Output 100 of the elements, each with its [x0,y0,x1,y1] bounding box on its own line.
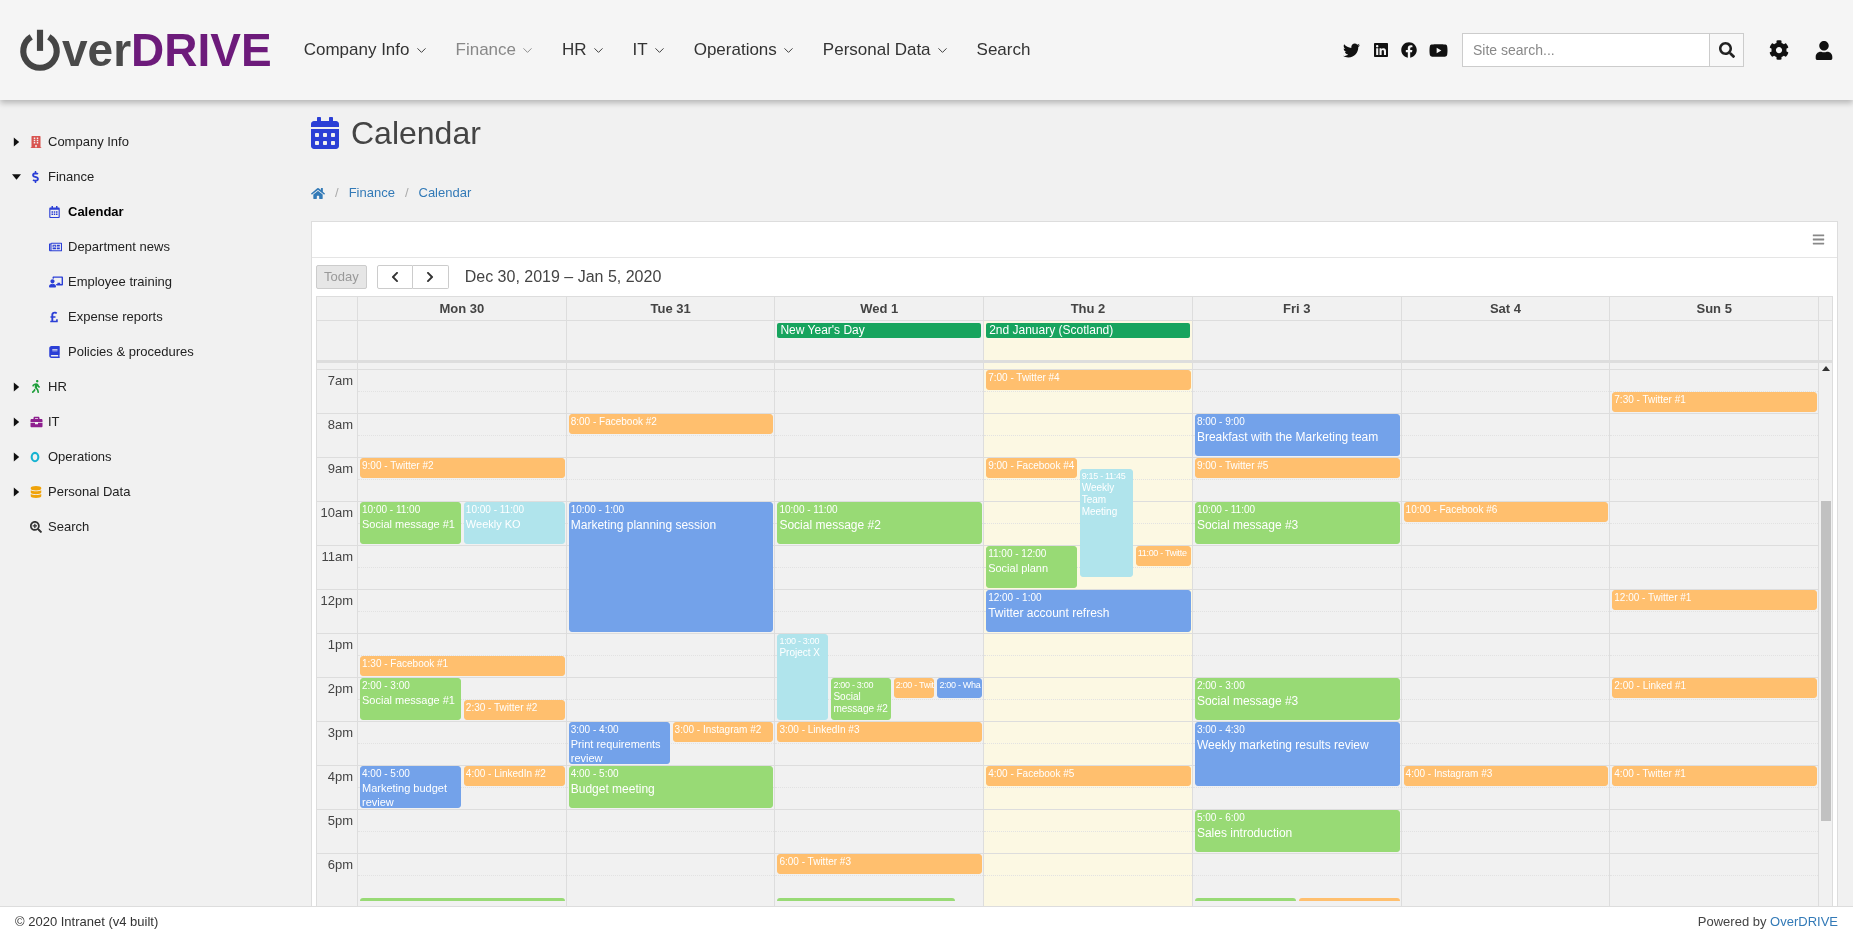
sidebar-item[interactable]: Operations [48,446,112,467]
event-title: Twitter account refresh [988,605,1110,621]
event-block[interactable]: 10:00 - 11:00 Social message #3 [1194,502,1400,544]
twitter-icon[interactable] [1343,41,1360,59]
caret-icon[interactable] [12,171,21,182]
holiday-event[interactable]: New Year's Day [777,323,982,338]
nav-link[interactable]: Operations [693,37,796,63]
event-title: Sales introduction [1196,825,1293,841]
facebook-icon[interactable] [1401,42,1417,58]
event-block[interactable]: 8:00 - Facebook #2 [568,414,774,434]
event-block[interactable]: 9:00 - Facebook #4 [986,458,1077,478]
event-block[interactable]: 2:00 - Twit [893,678,935,698]
event-block[interactable]: 3:00 - 4:30 Weekly marketing results review [1194,722,1400,786]
event-block[interactable]: 7:00 - Twitter #4 [986,370,1191,390]
hour-label: 11am [321,548,353,566]
event-block[interactable]: 10:00 - Facebook #6 [1403,502,1609,522]
menu-icon[interactable] [1812,233,1825,246]
logo[interactable]: verDRIVE [18,25,272,75]
sidebar-item[interactable]: Calendar [68,201,124,222]
nav-link[interactable]: Search [976,37,1031,63]
event-title: Weekly marketing results review [1196,737,1369,753]
breadcrumb-link[interactable]: Calendar [418,183,472,203]
event-block[interactable]: 9:15 - 11:45 Weekly Team Meeting [1079,469,1133,577]
caret-icon[interactable] [12,486,21,497]
event-title: Social message #3 [1196,517,1299,533]
event-title: Weekly KO [465,517,521,531]
event-time: 12:00 - 1:00 [988,591,1042,605]
home-icon[interactable] [311,186,325,200]
prev-button[interactable] [376,265,413,289]
search-button[interactable] [1710,33,1744,67]
event-time: 8:00 - 9:00 [1196,415,1245,429]
sidebar-item[interactable]: Personal Data [48,481,131,502]
caret-icon[interactable] [12,416,21,427]
next-button[interactable] [412,265,449,289]
breadcrumb-link[interactable]: Finance [348,183,395,203]
sidebar-item[interactable]: Policies & procedures [68,341,194,362]
caret-icon[interactable] [12,381,21,392]
event-block[interactable]: 9:00 - Twitter #5 [1194,458,1400,478]
event-block[interactable]: 4:00 - 5:00 Marketing budget review [360,766,461,808]
youtube-icon[interactable] [1429,41,1448,59]
sidebar-item[interactable]: HR [48,376,67,397]
event-block[interactable]: 2:00 - Wha [937,678,983,698]
event-block[interactable]: 1:00 - 3:00 Project X [777,634,829,720]
event-block[interactable]: 2:00 - 3:00 Social message #2 [831,678,891,720]
linkedin-icon[interactable] [1373,42,1389,58]
event-block[interactable]: 1:30 - Facebook #1 [360,656,565,676]
nav-link[interactable]: HR [562,37,606,63]
event-block[interactable]: 12:00 - Twitter #1 [1612,590,1818,610]
nav-link[interactable]: Finance [455,37,535,63]
sidebar-item[interactable]: Search [48,516,90,537]
database-icon [30,485,42,498]
caret-icon[interactable] [12,136,21,147]
holiday-event[interactable]: 2nd January (Scotland) [986,323,1190,338]
day-header: Thu 2 [1070,299,1106,318]
sidebar-item[interactable]: Employee training [68,271,173,292]
caret-icon[interactable] [12,451,21,462]
sidebar-item[interactable]: Expense reports [68,306,163,327]
event-block[interactable]: 4:00 - LinkedIn #2 [463,766,565,786]
event-block[interactable]: 7:30 - Twitter #1 [1612,392,1818,412]
event-block[interactable]: 10:00 - 1:00 Marketing planning session [568,502,774,632]
event-block[interactable]: 11:00 - 12:00 Social plann [986,546,1077,588]
user-icon[interactable] [1815,40,1833,60]
event-block[interactable]: 10:00 - 11:00 Social message #1 [360,502,461,544]
ring-icon [30,450,40,463]
sidebar-item[interactable]: Department news [68,236,170,257]
event-block[interactable]: 2:30 - Twitter #2 [463,700,565,720]
event-time: 1:00 - 3:00 [779,635,820,647]
event-block[interactable]: 2:00 - 3:00 Social message #1 [360,678,461,720]
page-title: Calendar [351,114,481,153]
event-block[interactable]: 3:00 - LinkedIn #3 [777,722,983,742]
sidebar-item[interactable]: Finance [48,166,95,187]
event-block[interactable]: 4:00 - 5:00 Budget meeting [568,766,774,808]
scrollbar[interactable] [1818,363,1832,906]
event-block[interactable]: 5:00 - 6:00 Sales introduction [1194,810,1400,852]
event-block[interactable]: 2:00 - 3:00 Social message #3 [1194,678,1400,720]
nav-link[interactable]: Company Info [303,37,429,63]
sidebar-item[interactable]: IT [48,411,60,432]
event-block[interactable]: 9:00 - Twitter #2 [360,458,565,478]
event-block[interactable]: 4:00 - Facebook #5 [986,766,1191,786]
sidebar-item[interactable]: Company Info [48,131,129,152]
event-block[interactable]: 11:00 - Twitte [1135,546,1191,566]
hour-label: 5pm [327,812,353,830]
event-block[interactable]: 8:00 - 9:00 Breakfast with the Marketing team [1194,414,1400,456]
breadcrumb-separator: / [335,184,339,203]
event-block[interactable]: 4:00 - Instagram #3 [1403,766,1609,786]
event-block[interactable]: 6:00 - Twitter #3 [777,854,983,874]
event-block[interactable]: 3:00 - 4:00 Print requirements review [568,722,670,764]
event-block[interactable]: 12:00 - 1:00 Twitter account refresh [986,590,1191,632]
event-block[interactable]: 10:00 - 11:00 Weekly KO [463,502,565,544]
nav-link[interactable]: IT [632,37,667,63]
settings-icon[interactable] [1769,40,1789,60]
event-block[interactable]: 2:00 - Linked #1 [1612,678,1818,698]
hour-label: 6pm [327,856,353,874]
event-block[interactable]: 10:00 - 11:00 Social message #2 [777,502,983,544]
overdrive-link[interactable]: OverDRIVE [1770,913,1838,929]
event-block[interactable]: 4:00 - Twitter #1 [1612,766,1818,786]
event-block[interactable]: 3:00 - Instagram #2 [672,722,774,742]
event-time: 3:00 - 4:00 [570,723,619,737]
search-field[interactable]: Site search... [1462,33,1710,67]
nav-link[interactable]: Personal Data [822,37,950,63]
